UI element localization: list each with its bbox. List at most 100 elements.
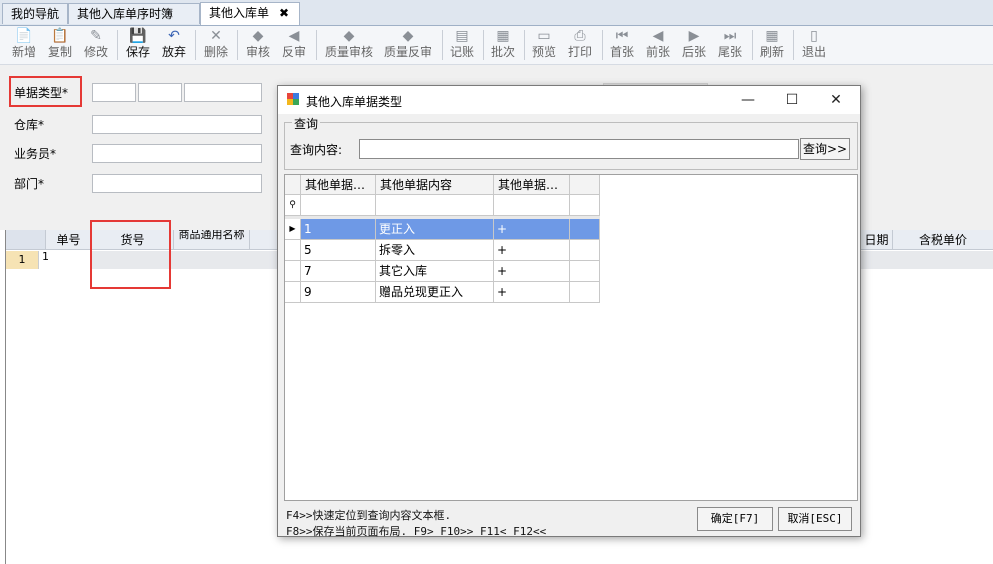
post-button[interactable]: ▤ 记账 (446, 27, 478, 63)
department-label: 部门* (14, 177, 45, 191)
col-header-date[interactable]: 日期 (861, 230, 893, 250)
discard-button[interactable]: ↶ 放弃 (158, 27, 190, 63)
save-button[interactable]: 💾 保存 (122, 27, 154, 63)
tab-receipt-journal[interactable]: 其他入库单序时簿 (68, 3, 200, 24)
print-icon: ⎙ (574, 28, 586, 44)
list-item-flag[interactable]: + (494, 261, 570, 282)
minimize-icon[interactable]: — (726, 86, 770, 114)
department-field[interactable] (92, 174, 262, 193)
list-item-flag[interactable]: + (494, 240, 570, 261)
list-corner (285, 175, 301, 195)
prev-button[interactable]: ◀ 前张 (642, 27, 674, 63)
filter-cell-flag[interactable] (494, 195, 570, 216)
next-page-icon: ▶ (688, 28, 700, 44)
quality-audit-button[interactable]: ◆ 质量审核 (320, 27, 378, 63)
list-item-code[interactable]: 5 (301, 240, 376, 261)
audit-button[interactable]: ◆ 审核 (242, 27, 274, 63)
row-header[interactable] (285, 282, 301, 303)
col-header-extra[interactable] (570, 175, 600, 195)
toolbar-separator (237, 30, 238, 60)
search-input[interactable] (359, 139, 799, 159)
preview-button[interactable]: ▭ 预览 (528, 27, 560, 63)
item-no-highlight (90, 220, 171, 289)
warehouse-label: 仓库* (14, 118, 45, 132)
delete-icon: ✕ (210, 28, 222, 44)
list-item-code[interactable]: 9 (301, 282, 376, 303)
unaudit-icon: ◀ (288, 28, 300, 44)
filter-cell-content[interactable] (376, 195, 494, 216)
next-button[interactable]: ▶ 后张 (678, 27, 710, 63)
refresh-icon: ▦ (765, 28, 779, 44)
copy-button[interactable]: 📋 复制 (44, 27, 76, 63)
filter-cell-extra[interactable] (570, 195, 600, 216)
doc-type-id-field[interactable] (138, 83, 182, 102)
toolbar-separator (483, 30, 484, 60)
doc-type-dialog: 其他入库单据类型 — ☐ ✕ 查询 查询内容: 查询>> 其他单据… 其他单据内… (277, 85, 861, 538)
row-header[interactable] (285, 261, 301, 282)
new-doc-icon: 📄 (15, 28, 33, 44)
tab-label: 其他入库单序时簿 (77, 7, 174, 21)
toolbar-separator (117, 30, 118, 60)
last-button[interactable]: ⏭ 尾张 (714, 27, 746, 63)
edit-button[interactable]: ✎ 修改 (80, 27, 112, 63)
batch-button[interactable]: ▦ 批次 (487, 27, 519, 63)
tab-other-receipt[interactable]: 其他入库单 ✖ (200, 2, 300, 25)
preview-icon: ▭ (537, 28, 551, 44)
undo-icon: ↶ (168, 28, 180, 44)
row-header[interactable] (285, 240, 301, 261)
close-icon[interactable]: ✖ (279, 6, 289, 20)
refresh-button[interactable]: ▦ 刷新 (756, 27, 788, 63)
toolbar-separator (793, 30, 794, 60)
list-item-code[interactable]: 7 (301, 261, 376, 282)
close-icon[interactable]: ✕ (814, 86, 858, 114)
list-item-content[interactable]: 赠品兑现更正入 (376, 282, 494, 303)
col-header-generic-name[interactable]: 商品通用名称 (174, 230, 250, 250)
list-item-extra[interactable] (570, 282, 600, 303)
first-button[interactable]: ⏮ 首张 (606, 27, 638, 63)
quality-unaudit-button[interactable]: ◆ 质量反审 (379, 27, 437, 63)
warehouse-field[interactable] (92, 115, 262, 134)
list-item-extra[interactable] (570, 240, 600, 261)
dialog-title: 其他入库单据类型 (306, 95, 403, 109)
list-item-content[interactable]: 更正入 (376, 219, 494, 240)
col-header-order-no[interactable]: 单号 (46, 230, 92, 250)
col-header-type-content[interactable]: 其他单据内容 (376, 175, 494, 195)
col-header-type-flag[interactable]: 其他单据… (494, 175, 570, 195)
table-row-end[interactable] (861, 251, 993, 269)
first-page-icon: ⏮ (615, 28, 629, 44)
exit-door-icon: ▯ (810, 28, 818, 44)
tab-my-navigation[interactable]: 我的导航 (2, 3, 68, 24)
unaudit-button[interactable]: ◀ 反审 (278, 27, 310, 63)
doc-type-code-field[interactable] (92, 83, 136, 102)
new-button[interactable]: 📄 新增 (8, 27, 40, 63)
col-header-type-code[interactable]: 其他单据… (301, 175, 376, 195)
quality-unaudit-icon: ◆ (402, 28, 414, 44)
cancel-button[interactable]: 取消[ESC] (778, 507, 852, 531)
row-indicator[interactable]: 1 (6, 251, 39, 269)
group-title: 查询 (292, 115, 321, 132)
list-item-content[interactable]: 拆零入 (376, 240, 494, 261)
copy-icon: 📋 (51, 28, 69, 44)
list-item-flag[interactable]: + (494, 219, 570, 240)
row-pointer-icon[interactable]: ▶ (285, 219, 301, 240)
list-item-code[interactable]: 1 (301, 219, 376, 240)
filter-cell-code[interactable] (301, 195, 376, 216)
toolbar-separator (602, 30, 603, 60)
list-item-extra[interactable] (570, 261, 600, 282)
doc-type-name-field[interactable] (184, 83, 262, 102)
list-item-flag[interactable]: + (494, 282, 570, 303)
list-item-extra[interactable] (570, 219, 600, 240)
clerk-field[interactable] (92, 144, 262, 163)
search-button[interactable]: 查询>> (800, 138, 850, 160)
filter-icon[interactable]: ⚲ (285, 195, 301, 216)
col-header-tax-price[interactable]: 含税单价 (893, 230, 993, 250)
quality-audit-icon: ◆ (343, 28, 355, 44)
exit-button[interactable]: ▯ 退出 (798, 27, 830, 63)
list-item-content[interactable]: 其它入库 (376, 261, 494, 282)
order-no-cell[interactable]: 1 (39, 251, 92, 269)
print-button[interactable]: ⎙ 打印 (564, 27, 596, 63)
dialog-titlebar: 其他入库单据类型 — ☐ ✕ (278, 86, 860, 114)
delete-button[interactable]: ✕ 删除 (200, 27, 232, 63)
maximize-icon[interactable]: ☐ (770, 86, 814, 114)
ok-button[interactable]: 确定[F7] (697, 507, 773, 531)
